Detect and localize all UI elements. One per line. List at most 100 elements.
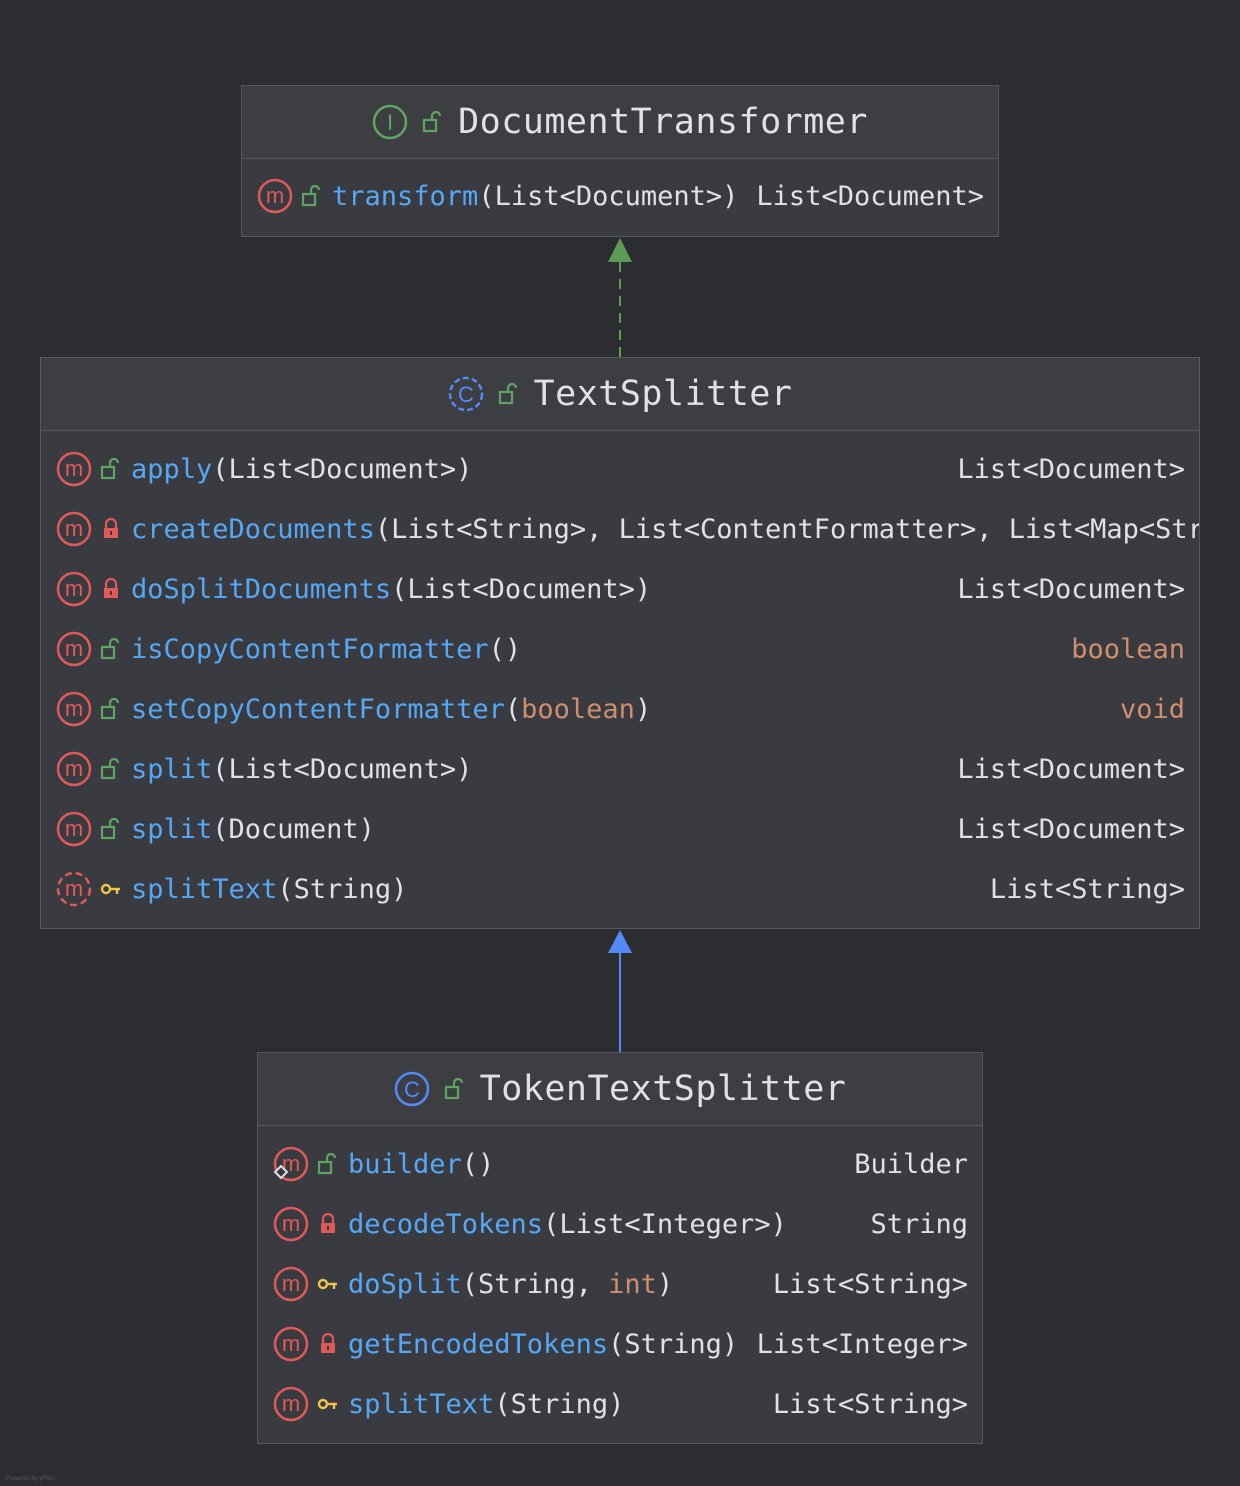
method-icon: m <box>56 451 92 487</box>
method-icon: m <box>56 691 92 727</box>
method-signature: setCopyContentFormatter(boolean) <box>131 694 1108 725</box>
method-icon: m <box>56 511 92 547</box>
return-type: List<String> <box>772 1388 968 1420</box>
return-type: List<String> <box>989 873 1185 905</box>
public-icon <box>422 110 444 134</box>
return-type: List<Document> <box>957 453 1185 485</box>
method-name: builder <box>348 1148 462 1180</box>
public-icon <box>96 757 126 781</box>
method-args: (List<Document>) <box>212 453 473 485</box>
class-icon: C <box>394 1071 430 1107</box>
return-type: List<Integer> <box>756 1328 968 1360</box>
method-args: (String) <box>608 1328 739 1360</box>
protected-icon <box>313 1274 343 1294</box>
method-args: ( <box>504 693 522 725</box>
inheritance-arrow <box>608 930 632 1053</box>
method-row-builder[interactable]: m builder() Builder <box>258 1134 982 1194</box>
method-row-split[interactable]: m split(List<Document>) List<Document> <box>41 739 1199 799</box>
svg-text:m: m <box>65 516 83 541</box>
method-name: splitText <box>131 873 278 905</box>
protected-icon <box>313 1394 343 1414</box>
method-args: () <box>461 1148 495 1180</box>
method-name: getEncodedTokens <box>348 1328 609 1360</box>
method-row-splitText[interactable]: m splitText(String) List<String> <box>41 859 1199 919</box>
method-signature: split(Document) <box>131 814 945 845</box>
return-type: void <box>1119 693 1185 725</box>
return-type: Builder <box>854 1148 968 1180</box>
method-row-createDocuments[interactable]: m createDocuments(List<String>, List<Cont… <box>41 499 1199 559</box>
token-text-splitter-node[interactable]: C TokenTextSplitter m builder() Builder m de… <box>257 1052 983 1444</box>
method-args: (String) <box>277 873 408 905</box>
method-icon: m <box>273 1266 309 1302</box>
method-args-close: ) <box>634 693 652 725</box>
private-icon <box>313 1332 343 1356</box>
method-row-splitText[interactable]: m splitText(String) List<String> <box>258 1374 982 1434</box>
public-icon <box>444 1077 466 1101</box>
method-icon: m <box>273 1326 309 1362</box>
private-icon <box>96 517 126 541</box>
method-args: (List<Document>) <box>212 753 473 785</box>
method-arg-primitive: boolean <box>521 693 635 725</box>
public-icon <box>313 1152 343 1176</box>
public-icon <box>96 637 126 661</box>
method-name: doSplit <box>348 1268 462 1300</box>
svg-text:m: m <box>266 183 284 208</box>
method-args: (String, <box>461 1268 609 1300</box>
method-row-isCopyContentFormatter[interactable]: m isCopyContentFormatter() boolean <box>41 619 1199 679</box>
method-row-setCopyContentFormatter[interactable]: m setCopyContentFormatter(boolean) void <box>41 679 1199 739</box>
method-args: (List<String>, List<ContentFormatter>, L… <box>374 513 1199 545</box>
method-args: (List<Integer>) <box>543 1208 787 1240</box>
svg-text:m: m <box>282 1271 300 1296</box>
return-type: String <box>870 1208 968 1240</box>
method-signature: transform(List<Document>) <box>332 181 744 212</box>
method-row-decodeTokens[interactable]: m decodeTokens(List<Integer>) String <box>258 1194 982 1254</box>
text-splitter-node[interactable]: C TextSplitter m apply(List<Document>) Lis… <box>40 357 1200 929</box>
svg-text:m: m <box>65 696 83 721</box>
method-icon: m <box>56 871 92 907</box>
method-arg-primitive: int <box>608 1268 657 1300</box>
svg-text:m: m <box>282 1211 300 1236</box>
public-icon <box>297 184 327 208</box>
method-icon: m <box>56 751 92 787</box>
method-signature: apply(List<Document>) <box>131 454 945 485</box>
return-type: boolean <box>1071 633 1185 665</box>
method-signature: createDocuments(List<String>, List<Conte… <box>131 514 1199 545</box>
method-icon: m <box>56 631 92 667</box>
svg-text:m: m <box>65 816 83 841</box>
method-args: (Document) <box>212 813 375 845</box>
abstract-class-icon: C <box>448 376 484 412</box>
svg-text:m: m <box>65 456 83 481</box>
method-row-transform[interactable]: m transform(List<Document>) List<Document> <box>242 166 998 226</box>
method-signature: getEncodedTokens(String) <box>348 1329 745 1360</box>
method-row-doSplitDocuments[interactable]: m doSplitDocuments(List<Document>) List<Do… <box>41 559 1199 619</box>
method-signature: doSplit(String, int) <box>348 1269 761 1300</box>
method-args-close: ) <box>656 1268 674 1300</box>
method-signature: isCopyContentFormatter() <box>131 634 1059 665</box>
return-type: List<String> <box>772 1268 968 1300</box>
method-row-apply[interactable]: m apply(List<Document>) List<Document> <box>41 439 1199 499</box>
svg-text:m: m <box>282 1331 300 1356</box>
svg-text:C: C <box>404 1077 420 1102</box>
method-row-split[interactable]: m split(Document) List<Document> <box>41 799 1199 859</box>
document-transformer-node[interactable]: I DocumentTransformer m transform(List<Do… <box>241 85 999 237</box>
return-type: List<Document> <box>957 813 1185 845</box>
method-signature: splitText(String) <box>131 874 978 905</box>
public-icon <box>96 457 126 481</box>
interface-icon: I <box>372 104 408 140</box>
node-title: TextSplitter <box>533 374 793 414</box>
svg-text:m: m <box>65 576 83 601</box>
public-icon <box>96 817 126 841</box>
return-type: List<Document> <box>957 753 1185 785</box>
token-text-splitter-header: C TokenTextSplitter <box>258 1053 982 1126</box>
method-name: decodeTokens <box>348 1208 544 1240</box>
node-title: DocumentTransformer <box>458 102 868 142</box>
watermark: Powered by yFiles <box>6 1476 56 1482</box>
method-row-doSplit[interactable]: m doSplit(String, int) List<String> <box>258 1254 982 1314</box>
method-icon: m <box>56 811 92 847</box>
method-row-getEncodedTokens[interactable]: m getEncodedTokens(String) List<Integer> <box>258 1314 982 1374</box>
private-icon <box>313 1212 343 1236</box>
method-args: () <box>488 633 522 665</box>
method-icon: m <box>273 1146 309 1182</box>
document-transformer-header: I DocumentTransformer <box>242 86 998 159</box>
method-icon: m <box>273 1206 309 1242</box>
